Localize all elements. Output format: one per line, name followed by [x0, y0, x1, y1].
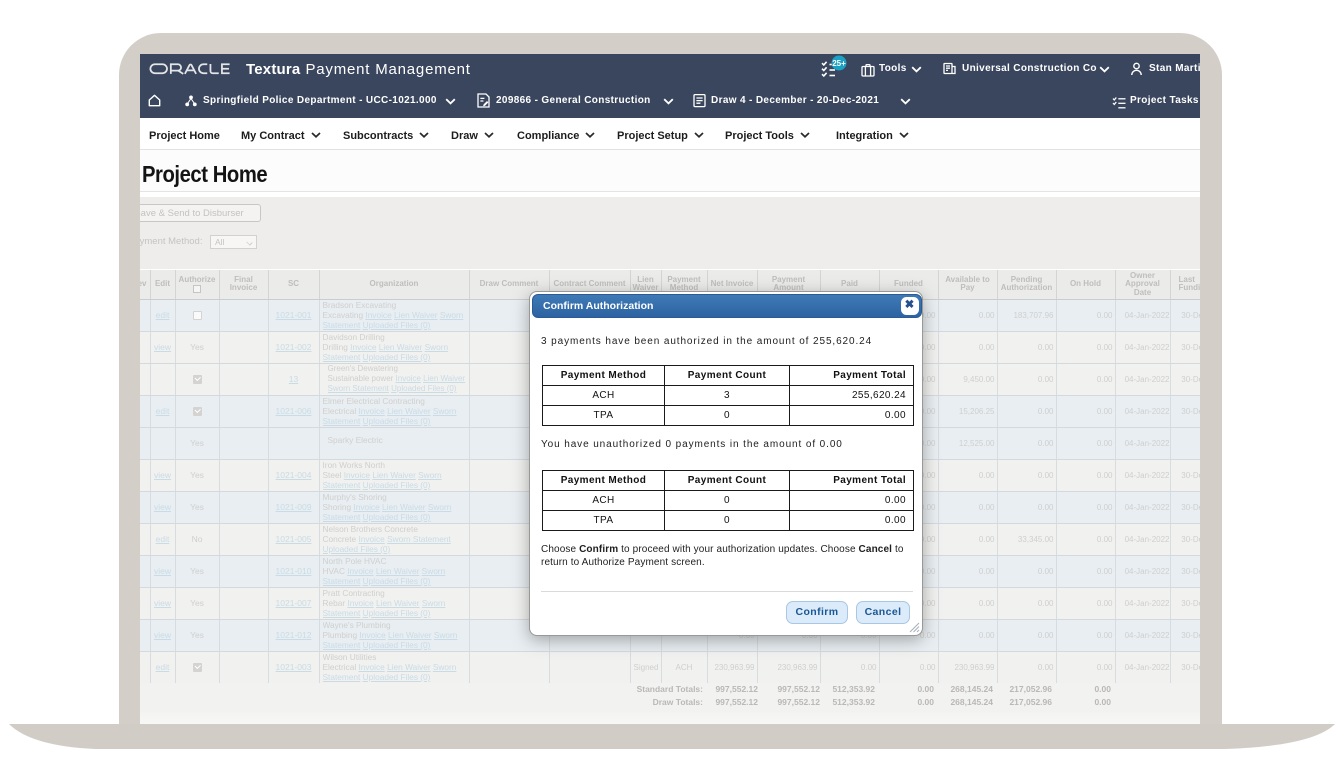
svg-text:25+: 25+ — [832, 59, 846, 68]
